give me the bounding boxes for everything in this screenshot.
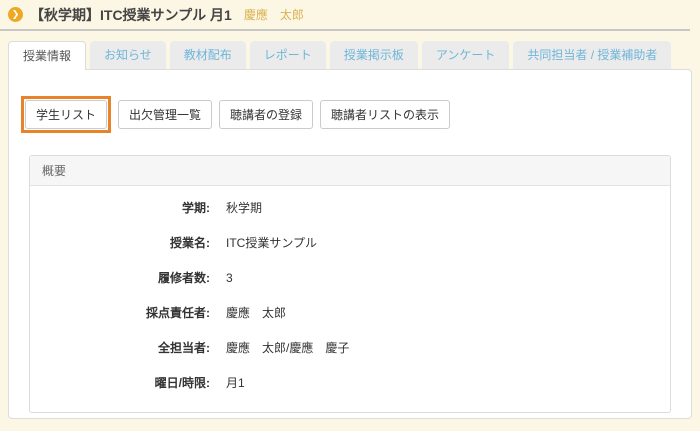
tab-materials[interactable]: 教材配布 (170, 41, 246, 69)
info-row-enrolled-count: 履修者数: 3 (30, 260, 670, 295)
course-info-panel: 学生リスト 出欠管理一覧 聴講者の登録 聴講者リストの表示 概要 学期: 秋学期… (8, 69, 692, 419)
tab-survey[interactable]: アンケート (422, 41, 510, 69)
tab-bar: 授業情報 お知らせ 教材配布 レポート 授業掲示板 アンケート 共同担当者 / … (8, 41, 692, 69)
info-row-all-instructors: 全担当者: 慶應 太郎/慶應 慶子 (30, 330, 670, 365)
student-list-highlight-ring: 学生リスト (21, 96, 111, 133)
overview-box: 概要 学期: 秋学期 授業名: ITC授業サンプル 履修者数: 3 採点責任者:… (29, 155, 671, 413)
chevron-right-circle-icon: ❯ (8, 7, 23, 22)
tab-announcements[interactable]: お知らせ (90, 41, 166, 69)
tab-course-info[interactable]: 授業情報 (8, 41, 86, 70)
auditor-registration-button[interactable]: 聴講者の登録 (219, 100, 313, 129)
auditor-list-button[interactable]: 聴講者リストの表示 (320, 100, 450, 129)
tab-co-instructors[interactable]: 共同担当者 / 授業補助者 (513, 41, 671, 69)
info-row-day-period: 曜日/時限: 月1 (30, 365, 670, 400)
page-title: 【秋学期】ITC授業サンプル 月1 (30, 5, 232, 25)
overview-box-title: 概要 (30, 156, 670, 186)
day-period-label: 曜日/時限: (30, 374, 210, 391)
page-header: ❯ 【秋学期】ITC授業サンプル 月1 慶應 太郎 (0, 0, 690, 31)
grading-lead-label: 採点責任者: (30, 304, 210, 321)
student-list-button[interactable]: 学生リスト (25, 100, 107, 129)
overview-box-body: 学期: 秋学期 授業名: ITC授業サンプル 履修者数: 3 採点責任者: 慶應… (30, 186, 670, 412)
info-row-course-name: 授業名: ITC授業サンプル (30, 225, 670, 260)
enrolled-count-value: 3 (226, 271, 233, 285)
course-name-label: 授業名: (30, 234, 210, 251)
all-instructors-label: 全担当者: (30, 339, 210, 356)
action-button-row: 学生リスト 出欠管理一覧 聴講者の登録 聴講者リストの表示 (21, 96, 679, 133)
grading-lead-value: 慶應 太郎 (226, 304, 286, 321)
attendance-management-button[interactable]: 出欠管理一覧 (118, 100, 212, 129)
info-row-semester: 学期: 秋学期 (30, 190, 670, 225)
info-row-grading-lead: 採点責任者: 慶應 太郎 (30, 295, 670, 330)
tab-class-board[interactable]: 授業掲示板 (330, 41, 418, 69)
enrolled-count-label: 履修者数: (30, 269, 210, 286)
user-name-link[interactable]: 慶應 太郎 (244, 6, 304, 23)
all-instructors-value: 慶應 太郎/慶應 慶子 (226, 339, 349, 356)
day-period-value: 月1 (226, 374, 245, 391)
semester-label: 学期: (30, 199, 210, 216)
course-name-value: ITC授業サンプル (226, 234, 317, 251)
semester-value: 秋学期 (226, 199, 262, 216)
tab-reports[interactable]: レポート (250, 41, 326, 69)
